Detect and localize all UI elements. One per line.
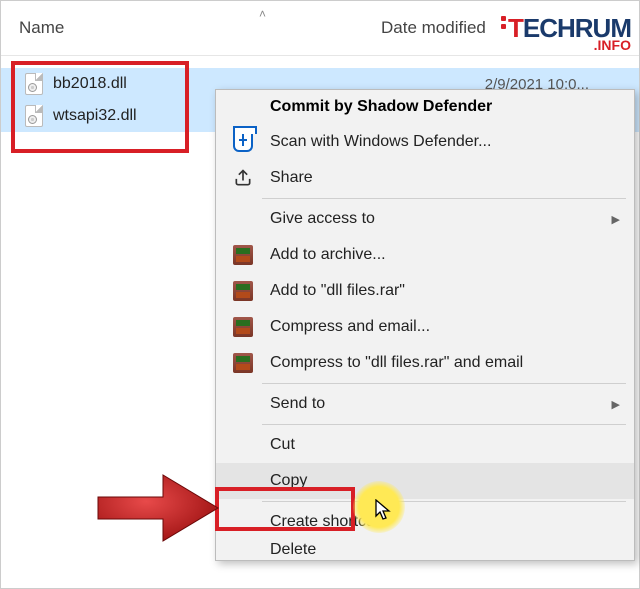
techrum-logo: TECHRUM .INFO	[508, 17, 631, 53]
winrar-icon	[232, 316, 254, 338]
chevron-right-icon: ▶	[612, 213, 620, 226]
cm-label: Share	[270, 169, 313, 187]
cm-create-shortcut[interactable]: Create shortcut	[216, 504, 634, 540]
cm-add-named-rar[interactable]: Add to "dll files.rar"	[216, 273, 634, 309]
separator	[262, 383, 626, 384]
cm-label: Send to	[270, 395, 325, 413]
cm-delete[interactable]: Delete	[216, 540, 634, 560]
file-name: wtsapi32.dll	[53, 107, 137, 125]
dll-icon	[25, 73, 43, 95]
cm-label: Cut	[270, 436, 295, 454]
cm-share[interactable]: Share	[216, 160, 634, 196]
column-date[interactable]: Date modified	[381, 18, 486, 38]
windows-defender-icon	[232, 131, 254, 153]
cm-label: Compress and email...	[270, 318, 430, 336]
logo-prefix: T	[508, 13, 523, 43]
cm-send-to[interactable]: Send to ▶	[216, 386, 634, 422]
cm-label: Scan with Windows Defender...	[270, 133, 491, 151]
cm-label: Commit by Shadow Defender	[270, 98, 492, 116]
share-icon	[232, 167, 254, 189]
cm-add-archive[interactable]: Add to archive...	[216, 237, 634, 273]
column-name[interactable]: Name	[1, 18, 381, 38]
cm-cut[interactable]: Cut	[216, 427, 634, 463]
winrar-icon	[232, 244, 254, 266]
cm-give-access[interactable]: Give access to ▶	[216, 201, 634, 237]
cm-label: Compress to "dll files.rar" and email	[270, 354, 523, 372]
separator	[262, 501, 626, 502]
red-arrow-icon	[93, 469, 223, 551]
cursor-icon	[375, 499, 393, 525]
separator	[262, 424, 626, 425]
file-name: bb2018.dll	[53, 75, 127, 93]
chevron-right-icon: ▶	[612, 398, 620, 411]
cm-compress-named-email[interactable]: Compress to "dll files.rar" and email	[216, 345, 634, 381]
cm-copy[interactable]: Copy	[216, 463, 634, 499]
separator	[262, 198, 626, 199]
cm-compress-email[interactable]: Compress and email...	[216, 309, 634, 345]
cm-label: Add to "dll files.rar"	[270, 282, 405, 300]
cm-label: Give access to	[270, 210, 375, 228]
winrar-icon	[232, 280, 254, 302]
cm-label: Add to archive...	[270, 246, 386, 264]
context-menu: Commit by Shadow Defender Scan with Wind…	[215, 89, 635, 561]
dll-icon	[25, 105, 43, 127]
winrar-icon	[232, 352, 254, 374]
cm-shadow-defender[interactable]: Commit by Shadow Defender	[216, 90, 634, 124]
sort-chevron-icon: ˄	[259, 7, 266, 21]
cm-label: Delete	[270, 541, 316, 559]
cm-label: Copy	[270, 472, 307, 490]
cm-scan-defender[interactable]: Scan with Windows Defender...	[216, 124, 634, 160]
